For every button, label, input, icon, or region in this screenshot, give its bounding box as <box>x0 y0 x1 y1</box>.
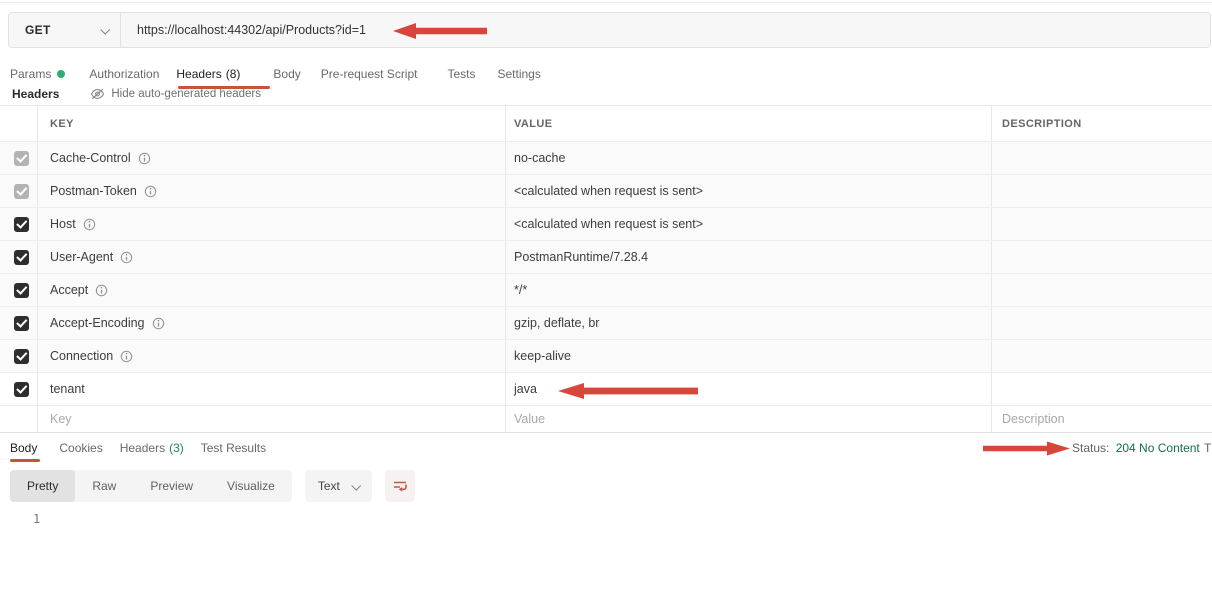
table-row-connection[interactable]: Connection keep-alive <box>0 340 1212 373</box>
checkbox[interactable] <box>14 217 29 232</box>
table-row-new[interactable]: Key Value Description <box>0 406 1212 433</box>
response-tabs: Body Cookies Headers (3) Test Results <box>10 436 266 460</box>
view-mode-pretty[interactable]: Pretty <box>10 470 75 502</box>
info-icon <box>83 218 96 231</box>
method-label: GET <box>25 23 51 37</box>
tab-tests[interactable]: Tests <box>447 67 475 81</box>
checkbox[interactable] <box>14 250 29 265</box>
status-value: 204 No Content <box>1116 441 1200 455</box>
value-placeholder[interactable]: Value <box>514 412 545 426</box>
description-cell[interactable] <box>992 307 1212 339</box>
eye-off-icon <box>90 88 105 100</box>
tab-params[interactable]: Params <box>10 67 65 81</box>
wrap-lines-button[interactable] <box>385 470 415 502</box>
info-icon <box>138 152 151 165</box>
description-cell[interactable] <box>992 373 1212 405</box>
tab-body[interactable]: Body <box>273 67 300 81</box>
request-url-bar: GET https://localhost:44302/api/Products… <box>8 12 1211 48</box>
view-mode-raw[interactable]: Raw <box>75 470 133 502</box>
tab-authorization[interactable]: Authorization <box>89 67 159 81</box>
table-row-postman-token[interactable]: Postman-Token <calculated when request i… <box>0 175 1212 208</box>
description-cell[interactable] <box>992 274 1212 306</box>
request-tabs: Params Authorization Headers (8) Body Pr… <box>10 60 541 88</box>
table-row-host[interactable]: Host <calculated when request is sent> <box>0 208 1212 241</box>
table-row-accept-encoding[interactable]: Accept-Encoding gzip, deflate, br <box>0 307 1212 340</box>
response-tab-body[interactable]: Body <box>10 441 37 455</box>
checkbox[interactable] <box>14 184 29 199</box>
hide-auto-generated-toggle[interactable]: Hide auto-generated headers <box>90 88 261 100</box>
description-cell[interactable] <box>992 241 1212 273</box>
checkbox[interactable] <box>14 382 29 397</box>
tab-settings[interactable]: Settings <box>498 67 541 81</box>
description-cell[interactable] <box>992 142 1212 174</box>
column-description: DESCRIPTION <box>1002 118 1082 130</box>
checkbox[interactable] <box>14 316 29 331</box>
url-annotation-arrow <box>393 22 487 40</box>
view-mode-preview[interactable]: Preview <box>133 470 210 502</box>
url-input[interactable]: https://localhost:44302/api/Products?id=… <box>121 13 366 47</box>
chevron-down-icon <box>351 480 361 490</box>
response-toolbar: Pretty Raw Preview Visualize Text <box>10 470 415 502</box>
status-annotation-arrow <box>983 441 1070 456</box>
headers-section-title: Headers <box>12 87 59 101</box>
header-check-column <box>0 106 38 141</box>
table-row-cache-control[interactable]: Cache-Control no-cache <box>0 142 1212 175</box>
info-icon <box>120 350 133 363</box>
view-mode-visualize[interactable]: Visualize <box>210 470 292 502</box>
response-tab-cookies[interactable]: Cookies <box>59 441 102 455</box>
table-row-user-agent[interactable]: User-Agent PostmanRuntime/7.28.4 <box>0 241 1212 274</box>
column-value: VALUE <box>514 118 552 130</box>
editor-line-number: 1 <box>33 512 40 526</box>
headers-count-badge: (8) <box>226 67 241 81</box>
info-icon <box>152 317 165 330</box>
description-placeholder[interactable]: Description <box>1002 412 1065 426</box>
response-meta-truncated: T <box>1204 441 1211 455</box>
method-dropdown[interactable]: GET <box>9 13 121 47</box>
description-cell[interactable] <box>992 340 1212 372</box>
description-cell[interactable] <box>992 175 1212 207</box>
headers-table: KEY VALUE DESCRIPTION Cache-Control no-c… <box>0 105 1212 433</box>
wrap-lines-icon <box>391 477 409 495</box>
response-headers-count-badge: (3) <box>169 441 184 455</box>
table-header-row: KEY VALUE DESCRIPTION <box>0 106 1212 142</box>
format-dropdown[interactable]: Text <box>305 470 372 502</box>
status-label: Status: <box>1072 441 1109 455</box>
tab-pre-request-script[interactable]: Pre-request Script <box>321 67 418 81</box>
response-tab-test-results[interactable]: Test Results <box>201 441 266 455</box>
description-cell[interactable] <box>992 208 1212 240</box>
tenant-annotation-arrow <box>558 382 698 400</box>
params-indicator-dot <box>57 70 65 78</box>
response-status: Status: 204 No Content <box>1072 441 1200 455</box>
active-tab-underline <box>178 86 270 89</box>
response-active-tab-underline <box>10 459 40 462</box>
postman-app: GET https://localhost:44302/api/Products… <box>0 0 1212 598</box>
info-icon <box>144 185 157 198</box>
view-mode-segmented-control: Pretty Raw Preview Visualize <box>10 470 292 502</box>
table-row-accept[interactable]: Accept */* <box>0 274 1212 307</box>
checkbox[interactable] <box>14 283 29 298</box>
info-icon <box>95 284 108 297</box>
info-icon <box>120 251 133 264</box>
top-divider <box>0 2 1212 3</box>
key-placeholder[interactable]: Key <box>50 412 72 426</box>
tab-headers[interactable]: Headers (8) <box>176 67 240 81</box>
chevron-down-icon <box>100 24 110 34</box>
table-row-tenant[interactable]: tenant java <box>0 373 1212 406</box>
column-key: KEY <box>50 118 74 130</box>
checkbox[interactable] <box>14 349 29 364</box>
format-selected-label: Text <box>318 479 340 493</box>
checkbox[interactable] <box>14 151 29 166</box>
response-tab-headers[interactable]: Headers (3) <box>120 441 184 455</box>
